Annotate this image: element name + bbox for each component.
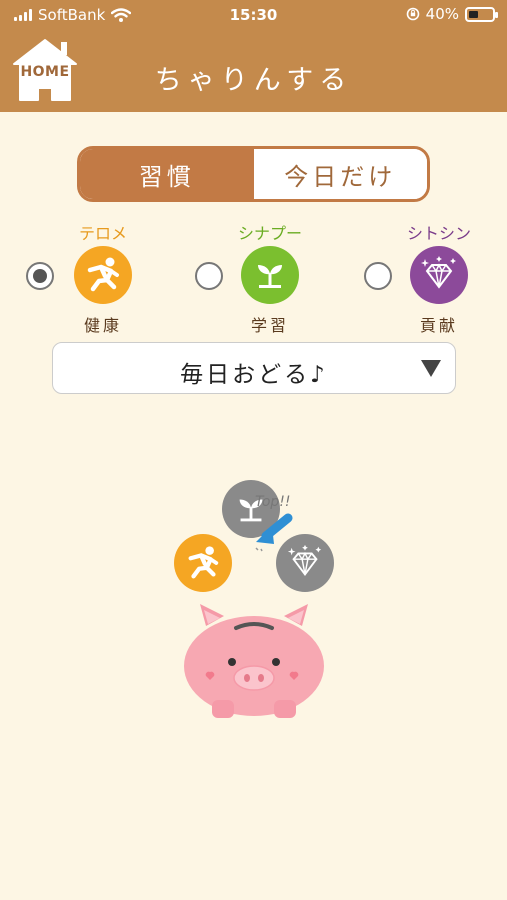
- category-name: テロメ: [78, 224, 127, 243]
- running-person-icon: [87, 257, 119, 292]
- coin-health: [174, 534, 232, 592]
- top-label: Top!!: [255, 494, 291, 510]
- category-circle: [410, 246, 468, 304]
- category-sub: 学習: [250, 316, 289, 335]
- category-radio-contribution[interactable]: [364, 262, 392, 290]
- status-bar: SoftBank 15:30 40%: [0, 0, 507, 32]
- tab-today-only[interactable]: 今日だけ: [253, 149, 427, 199]
- running-person-icon: [188, 546, 219, 579]
- status-right: 40%: [406, 5, 498, 23]
- habit-type-tabs: 習慣 今日だけ: [77, 146, 430, 202]
- category-sub: 健康: [83, 316, 122, 335]
- piggy-bank-icon: [184, 604, 324, 718]
- category-radio-learning[interactable]: [195, 262, 223, 290]
- battery-icon: [465, 6, 498, 22]
- diamond-icon: [287, 544, 322, 577]
- habit-select[interactable]: 毎日おどる♪: [52, 342, 456, 394]
- piggy-bank-scene: Top!!: [0, 470, 507, 730]
- battery-percent: 40%: [425, 5, 459, 23]
- orientation-lock-icon: [406, 7, 419, 21]
- category-circle: [74, 246, 132, 304]
- coin-contribution: [276, 534, 334, 592]
- category-name: シナプー: [237, 224, 302, 243]
- tab-habit[interactable]: 習慣: [80, 149, 254, 199]
- category-radio-health[interactable]: [26, 262, 54, 290]
- habit-select-value: 毎日おどる♪: [180, 362, 328, 388]
- dropdown-arrow-icon: [421, 360, 441, 377]
- sprout-icon: [258, 265, 282, 288]
- category-circle: [241, 246, 299, 304]
- diamond-icon: [421, 256, 456, 289]
- category-name: シトシン: [406, 224, 471, 243]
- page-title: ちゃりんする: [154, 65, 353, 96]
- category-sub: 貢献: [419, 316, 458, 335]
